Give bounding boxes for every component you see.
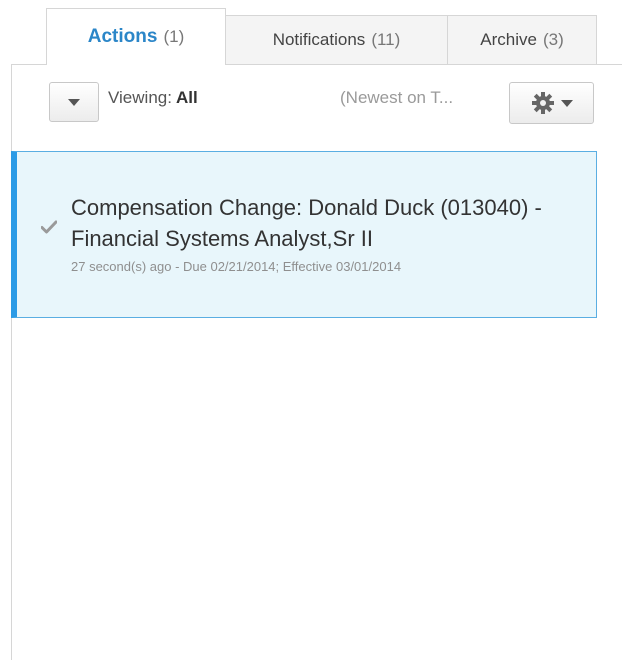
viewing-filter: Viewing: All	[108, 88, 198, 108]
tab-actions-count: (1)	[163, 27, 185, 46]
chevron-down-icon	[68, 98, 80, 106]
chevron-down-icon	[560, 99, 573, 107]
sort-order-text[interactable]: (Newest on T...	[340, 88, 453, 108]
tab-notifications-label: Notifications	[272, 30, 366, 49]
gear-icon	[531, 92, 554, 114]
checkmark-icon	[41, 220, 57, 234]
tab-archive[interactable]: Archive (3)	[447, 15, 597, 64]
view-filter-dropdown-button[interactable]	[49, 82, 99, 122]
viewing-label: Viewing:	[108, 88, 172, 107]
tab-bar: Actions (1) Notifications (11) Archive (…	[0, 0, 622, 65]
tab-actions[interactable]: Actions (1)	[46, 8, 226, 65]
action-list-item[interactable]: Compensation Change: Donald Duck (013040…	[11, 151, 597, 318]
filter-toolbar: Viewing: All (Newest on T...	[0, 65, 622, 145]
tab-notifications-count: (11)	[371, 30, 401, 49]
action-item-title: Compensation Change: Donald Duck (013040…	[71, 195, 542, 251]
tab-archive-label: Archive	[480, 30, 537, 49]
tab-notifications[interactable]: Notifications (11)	[225, 15, 448, 64]
viewing-value: All	[175, 88, 198, 107]
action-item-meta: 27 second(s) ago - Due 02/21/2014; Effec…	[71, 259, 402, 274]
tab-actions-label: Actions	[87, 26, 158, 47]
tab-archive-count: (3)	[542, 30, 564, 49]
actions-panel: Actions (1) Notifications (11) Archive (…	[0, 0, 622, 660]
settings-menu-button[interactable]	[509, 82, 594, 124]
